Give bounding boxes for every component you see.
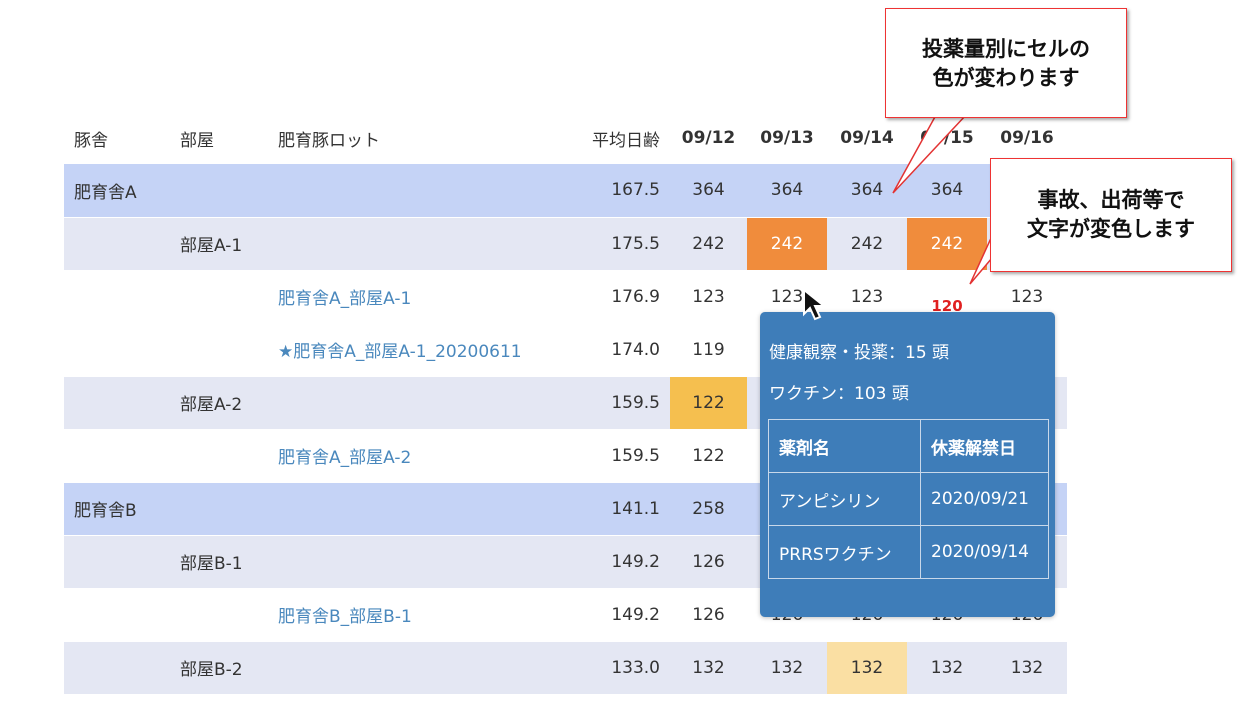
avg-age-cell: 174.0 <box>564 323 670 377</box>
head-count-cell[interactable]: 364 <box>827 164 907 218</box>
room-cell: 部屋A-2 <box>170 376 268 430</box>
column-header[interactable]: 肥育豚ロット <box>268 112 564 164</box>
avg-age-cell: 175.5 <box>564 217 670 271</box>
column-header[interactable]: 09/12 <box>670 112 747 164</box>
lot-cell <box>268 535 564 589</box>
room-cell: 部屋B-1 <box>170 535 268 589</box>
table-row[interactable]: 部屋A-1 175.5 242 242 242 242 <box>64 217 1067 271</box>
room-cell <box>170 323 268 377</box>
avg-age-cell: 167.5 <box>564 164 670 218</box>
callout-dose-line2: 色が変わります <box>932 66 1080 90</box>
tooltip-vaccine-count: ワクチン：103 頭 <box>769 384 909 404</box>
callout-text-color: 事故、出荷等で 文字が変色します <box>990 158 1232 272</box>
tooltip-health-observation-count: 健康観察・投薬：15 頭 <box>769 343 950 363</box>
avg-age-cell: 149.2 <box>564 535 670 589</box>
tooltip-drug-name: アンピシリン <box>768 472 921 526</box>
head-count-cell[interactable]: 123 <box>670 270 747 324</box>
head-count-cell[interactable]: 132 <box>987 641 1067 695</box>
head-count-cell[interactable]: 364 <box>747 164 827 218</box>
table-row[interactable]: 部屋B-2 133.0 132 132 132 132 132 <box>64 641 1067 695</box>
head-count-cell[interactable]: 242 <box>907 217 987 271</box>
tooltip-drug-row: アンピシリン 2020/09/21 <box>768 472 1049 526</box>
lot-cell <box>268 217 564 271</box>
head-count-cell[interactable]: 242 <box>670 217 747 271</box>
head-count-cell[interactable]: 132 <box>827 641 907 695</box>
avg-age-cell: 133.0 <box>564 641 670 695</box>
column-header[interactable]: 09/13 <box>747 112 827 164</box>
lot-link[interactable]: 肥育舎A_部屋A-1 <box>268 270 564 324</box>
tooltip-withdrawal-date: 2020/09/14 <box>920 525 1049 579</box>
head-count-cell[interactable]: 242 <box>827 217 907 271</box>
room-cell: 部屋B-2 <box>170 641 268 695</box>
barn-cell <box>64 535 170 589</box>
callout-text-line2: 文字が変色します <box>1027 217 1195 241</box>
callout-dose-color: 投薬量別にセルの 色が変わります <box>885 8 1127 118</box>
barn-cell: 肥育舎B <box>64 482 170 536</box>
callout-text-line1: 事故、出荷等で <box>1037 188 1185 212</box>
room-cell: 部屋A-1 <box>170 217 268 271</box>
head-count-cell[interactable]: 132 <box>907 641 987 695</box>
barn-cell <box>64 376 170 430</box>
barn-cell <box>64 641 170 695</box>
callout-dose-line1: 投薬量別にセルの <box>922 37 1090 61</box>
lot-cell <box>268 641 564 695</box>
barn-cell: 肥育舎A <box>64 164 170 218</box>
cursor-arrow-icon <box>803 288 827 321</box>
tooltip-drug-name: PRRSワクチン <box>768 525 921 579</box>
column-header[interactable]: 平均日齢 <box>564 112 670 164</box>
head-count-cell[interactable]: 258 <box>670 482 747 536</box>
medication-tooltip: 健康観察・投薬：15 頭 ワクチン：103 頭 薬剤名 休薬解禁日 アンピシリン… <box>760 312 1055 617</box>
tooltip-withdrawal-date: 2020/09/21 <box>920 472 1049 526</box>
room-cell <box>170 164 268 218</box>
lot-cell <box>268 164 564 218</box>
head-count-cell[interactable]: 119 <box>670 323 747 377</box>
tooltip-drug-row: PRRSワクチン 2020/09/14 <box>768 525 1049 579</box>
lot-cell <box>268 482 564 536</box>
column-header[interactable]: 部屋 <box>170 112 268 164</box>
room-cell <box>170 429 268 483</box>
head-count-cell[interactable]: 242 <box>747 217 827 271</box>
head-count-cell[interactable]: 122 <box>670 429 747 483</box>
avg-age-cell: 159.5 <box>564 376 670 430</box>
head-count-cell[interactable]: 132 <box>747 641 827 695</box>
head-count-cell[interactable]: 364 <box>670 164 747 218</box>
tooltip-drug-header: 薬剤名 休薬解禁日 <box>768 419 1049 473</box>
column-header[interactable]: 09/16 <box>987 112 1067 164</box>
lot-link[interactable]: 肥育舎A_部屋A-2 <box>268 429 564 483</box>
barn-cell <box>64 429 170 483</box>
room-cell <box>170 270 268 324</box>
column-header[interactable]: 09/15 <box>907 112 987 164</box>
head-count-cell[interactable]: 126 <box>670 535 747 589</box>
barn-cell <box>64 270 170 324</box>
head-count-cell[interactable]: 122 <box>670 376 747 430</box>
avg-age-cell: 149.2 <box>564 588 670 642</box>
room-cell <box>170 588 268 642</box>
column-header[interactable]: 09/14 <box>827 112 907 164</box>
tooltip-drug-name-header: 薬剤名 <box>768 419 921 473</box>
barn-cell <box>64 217 170 271</box>
tooltip-withdrawal-date-header: 休薬解禁日 <box>920 419 1049 473</box>
table-header-row: 豚舎 部屋 肥育豚ロット 平均日齢 09/12 09/13 09/14 09/15 09/16 <box>64 112 1067 164</box>
table-row[interactable]: 肥育舎A 167.5 364 364 364 364 <box>64 164 1067 218</box>
head-count-cell[interactable]: 364 <box>907 164 987 218</box>
barn-cell <box>64 588 170 642</box>
head-count-cell[interactable]: 126 <box>670 588 747 642</box>
tooltip-drug-table: 薬剤名 休薬解禁日 アンピシリン 2020/09/21 PRRSワクチン 202… <box>768 419 1049 579</box>
column-header[interactable]: 豚舎 <box>64 112 170 164</box>
avg-age-cell: 159.5 <box>564 429 670 483</box>
lot-link[interactable]: ★肥育舎A_部屋A-1_20200611 <box>268 323 564 377</box>
lot-cell <box>268 376 564 430</box>
avg-age-cell: 141.1 <box>564 482 670 536</box>
head-count-cell[interactable]: 132 <box>670 641 747 695</box>
avg-age-cell: 176.9 <box>564 270 670 324</box>
room-cell <box>170 482 268 536</box>
barn-cell <box>64 323 170 377</box>
lot-link[interactable]: 肥育舎B_部屋B-1 <box>268 588 564 642</box>
